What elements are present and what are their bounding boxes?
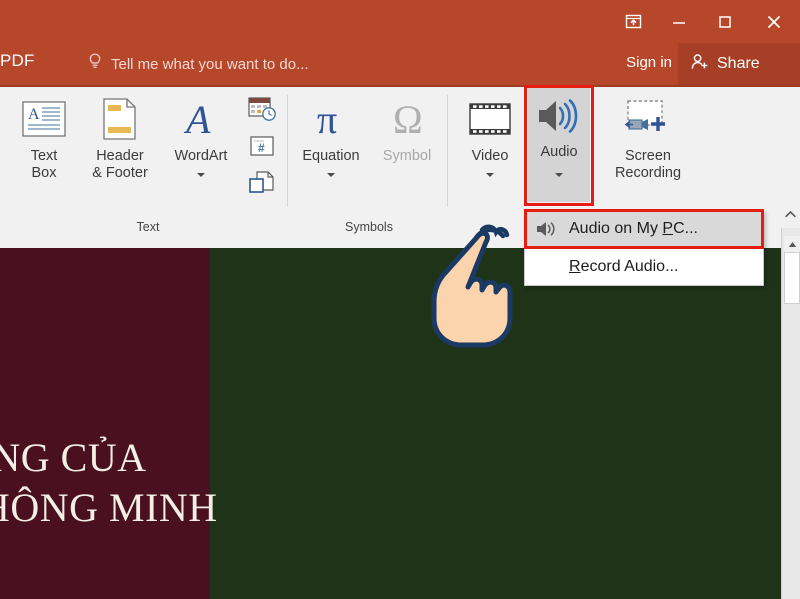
ribbon-button-date-and-time[interactable] — [240, 93, 284, 130]
svg-text:A: A — [28, 106, 40, 123]
scrollbar-up-button[interactable] — [784, 236, 800, 252]
close-button[interactable] — [748, 0, 800, 43]
maximize-button[interactable] — [702, 0, 748, 43]
slide-canvas[interactable]: ỤNG CỦA THÔNG MINH — [0, 248, 781, 599]
header-footer-icon — [100, 91, 140, 147]
speaker-icon — [525, 220, 569, 238]
powerpoint-window: PDF Tell me what you want to do... Sign … — [0, 0, 800, 599]
ribbon-label-header-footer-line1: Header — [96, 148, 144, 164]
sign-in-button[interactable]: Sign in — [626, 54, 672, 71]
ribbon-label-symbol: Symbol — [383, 148, 431, 164]
menu-item-audio-on-my-pc-accesskey: P — [662, 220, 673, 237]
object-icon — [248, 170, 276, 201]
film-strip-icon — [467, 91, 513, 147]
screen-recording-icon — [622, 91, 674, 147]
group-separator — [447, 95, 448, 207]
chevron-down-icon[interactable] — [553, 166, 565, 184]
ribbon-button-object[interactable] — [240, 167, 284, 204]
menu-item-audio-on-my-pc-label-post: C... — [673, 220, 698, 237]
text-group-small-commands: # — [240, 93, 284, 204]
slide-title-line2: THÔNG MINH — [0, 484, 322, 532]
ribbon-button-text-box[interactable]: A Text Box — [8, 91, 80, 182]
slide-number-icon: # — [248, 134, 276, 163]
slide-work-area: ỤNG CỦA THÔNG MINH — [0, 248, 781, 599]
chevron-down-icon[interactable] — [325, 166, 337, 184]
ribbon-group-label-text: Text — [8, 220, 288, 234]
menu-item-audio-on-my-pc-label-pre: Audio on My — [569, 220, 662, 237]
ribbon-button-equation[interactable]: π Equation — [293, 91, 369, 184]
speaker-icon — [535, 88, 583, 144]
collapse-ribbon-button[interactable] — [781, 202, 800, 228]
menu-item-record-audio-accesskey: R — [569, 258, 581, 275]
slide-title-line1: ỤNG CỦA — [0, 435, 147, 480]
svg-text:A: A — [183, 97, 211, 141]
tell-me-search[interactable]: Tell me what you want to do... — [88, 53, 309, 75]
tell-me-placeholder: Tell me what you want to do... — [111, 56, 309, 73]
wordart-icon: A — [179, 91, 223, 147]
tab-strip-bar: PDF Tell me what you want to do... Sign … — [0, 43, 800, 85]
ribbon-button-wordart[interactable]: A WordArt — [164, 91, 238, 184]
svg-text:Ω: Ω — [393, 97, 423, 141]
ribbon-button-screen-recording[interactable]: Screen Recording — [602, 91, 694, 182]
menu-item-audio-on-my-pc[interactable]: Audio on My PC... — [525, 211, 763, 247]
scrollbar-thumb[interactable] — [784, 252, 800, 304]
minimize-button[interactable] — [656, 0, 702, 43]
text-box-icon: A — [21, 91, 67, 147]
ribbon-label-audio: Audio — [540, 144, 577, 160]
person-plus-icon — [690, 52, 710, 77]
ribbon-label-screen-recording-line1: Screen — [625, 148, 671, 164]
ribbon-button-header-footer[interactable]: Header & Footer — [84, 91, 156, 182]
calendar-clock-icon — [247, 95, 277, 128]
share-button[interactable]: Share — [678, 43, 800, 85]
ribbon-label-equation: Equation — [302, 148, 359, 164]
tab-pdf[interactable]: PDF — [0, 51, 35, 71]
pi-icon: π — [309, 91, 353, 147]
ribbon-label-wordart: WordArt — [175, 148, 228, 164]
window-controls — [610, 0, 800, 43]
omega-icon: Ω — [385, 91, 429, 147]
share-label: Share — [717, 55, 760, 73]
lightbulb-icon — [88, 53, 102, 75]
chevron-up-icon — [784, 206, 797, 224]
group-separator — [287, 95, 288, 207]
title-bar — [0, 0, 800, 43]
ribbon-label-screen-recording-line2: Recording — [615, 165, 681, 181]
audio-dropdown-menu: Audio on My PC... Record Audio... — [524, 210, 764, 286]
slide-title-text[interactable]: ỤNG CỦA THÔNG MINH — [0, 434, 322, 532]
ribbon-button-symbol[interactable]: Ω Symbol — [371, 91, 443, 165]
ribbon-label-text-box-line2: Box — [32, 165, 57, 181]
chevron-down-icon[interactable] — [195, 166, 207, 184]
slide-left-panel — [0, 248, 210, 599]
svg-text:π: π — [317, 97, 337, 141]
menu-item-record-audio[interactable]: Record Audio... — [525, 249, 763, 285]
svg-text:#: # — [258, 141, 265, 155]
ribbon-label-video: Video — [472, 148, 509, 164]
ribbon-button-audio[interactable]: Audio — [528, 88, 590, 202]
ribbon-display-options-button[interactable] — [610, 0, 656, 43]
ribbon-button-video[interactable]: Video — [455, 91, 525, 184]
triangle-up-icon — [788, 235, 797, 253]
ribbon-label-header-footer-line2: & Footer — [92, 165, 148, 181]
chevron-down-icon[interactable] — [484, 166, 496, 184]
ribbon-label-text-box-line1: Text — [31, 148, 58, 164]
ribbon-group-label-symbols: Symbols — [293, 220, 445, 234]
ribbon-button-slide-number[interactable]: # — [240, 130, 284, 167]
menu-item-record-audio-label-post: ecord Audio... — [581, 258, 679, 275]
